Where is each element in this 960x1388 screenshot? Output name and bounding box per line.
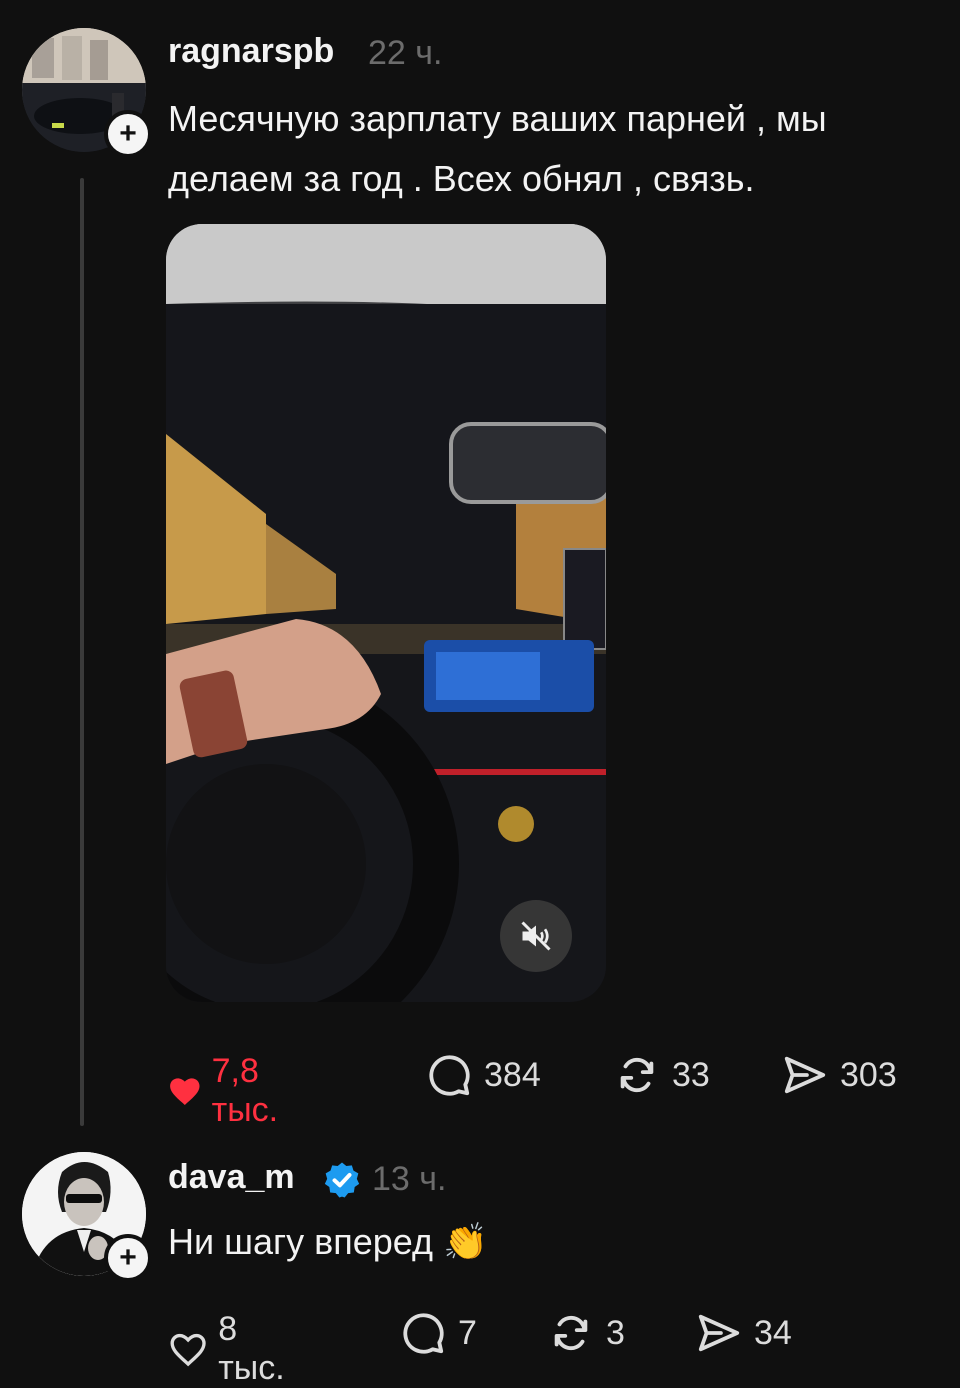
- post-video[interactable]: [166, 224, 606, 1002]
- comment-button[interactable]: 7: [398, 1310, 477, 1356]
- send-icon: [698, 1314, 740, 1352]
- thread-line: [80, 178, 84, 1126]
- repost-button[interactable]: 3: [546, 1310, 625, 1356]
- share-button[interactable]: 303: [780, 1052, 897, 1098]
- username[interactable]: ragnarspb: [168, 32, 334, 71]
- comment-count: 7: [458, 1313, 477, 1352]
- plus-icon: +: [119, 117, 137, 150]
- post-time: 22 ч.: [368, 34, 443, 72]
- post-text: Ни шагу вперед 👏: [168, 1221, 488, 1262]
- like-count: 8 тыс.: [218, 1310, 285, 1387]
- plus-icon: +: [119, 1241, 137, 1274]
- like-count: 7,8 тыс.: [211, 1052, 279, 1129]
- post-time: 13 ч.: [372, 1160, 447, 1198]
- video-frame: [166, 224, 606, 1002]
- follow-button[interactable]: +: [104, 110, 152, 158]
- comment-icon: [429, 1055, 470, 1096]
- heart-icon: [170, 1333, 206, 1367]
- follow-button[interactable]: +: [104, 1234, 152, 1282]
- mute-button[interactable]: [500, 900, 572, 972]
- comment-button[interactable]: 384: [424, 1052, 541, 1098]
- share-count: 34: [754, 1313, 792, 1352]
- repost-button[interactable]: 33: [612, 1052, 710, 1098]
- post-text-line: Месячную зарплату ваших парней , мы: [168, 98, 827, 139]
- repost-count: 33: [672, 1055, 710, 1094]
- repost-icon: [554, 1315, 588, 1351]
- verified-badge-icon: [322, 1160, 362, 1205]
- mute-icon: [521, 921, 551, 951]
- like-button[interactable]: 7,8 тыс.: [168, 1052, 294, 1130]
- comment-icon: [403, 1313, 444, 1354]
- post-text: Месячную зарплату ваших парней , мы дела…: [168, 89, 948, 209]
- share-count: 303: [840, 1055, 897, 1094]
- send-icon: [784, 1056, 826, 1094]
- comment-count: 384: [484, 1055, 541, 1094]
- like-button[interactable]: 8 тыс.: [168, 1310, 294, 1388]
- repost-icon: [620, 1057, 654, 1093]
- share-button[interactable]: 34: [694, 1310, 792, 1356]
- username[interactable]: dava_m: [168, 1158, 295, 1197]
- post-text-line: делаем за год . Всех обнял , связь.: [168, 158, 755, 199]
- repost-count: 3: [606, 1313, 625, 1352]
- heart-filled-icon: [170, 1078, 200, 1106]
